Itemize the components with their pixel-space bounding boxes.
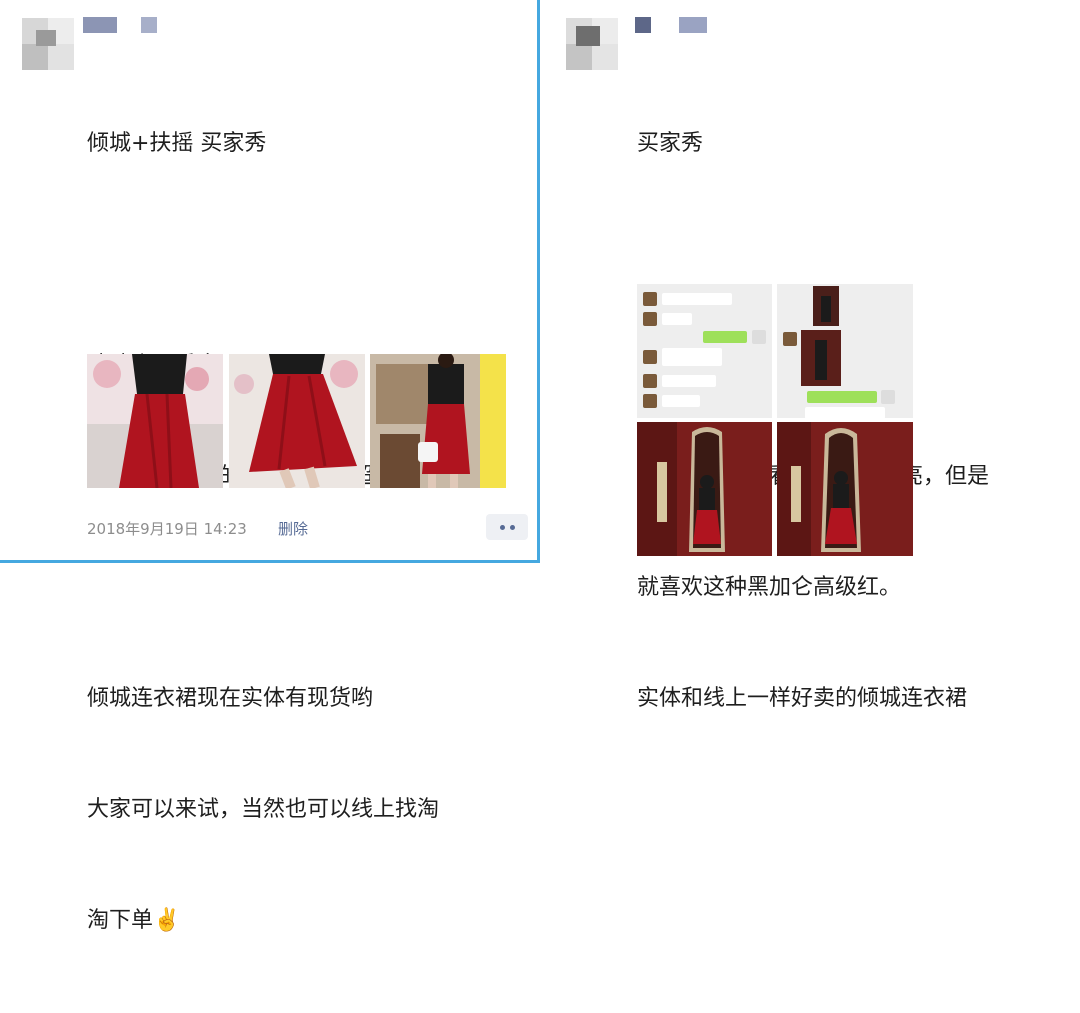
post-line: 倾城连衣裙现在实体有现货哟 [87,686,374,711]
ellipsis-icon[interactable] [486,514,528,540]
post-timestamp: 2018年9月19日 14:23 [87,520,247,538]
panel-divider [543,0,551,563]
delete-link[interactable]: 删除 [278,518,308,539]
post-photo-1[interactable] [87,354,223,488]
username-blurred[interactable] [83,17,157,33]
post-photo-chat-2[interactable] [777,284,913,418]
post-photo-2[interactable] [229,354,365,488]
post-title-line: 倾城+扶摇 买家秀 [87,131,267,156]
avatar-blurred[interactable] [566,18,618,70]
moment-post-right: 买家秀 倾城连衣裙 真的很好看，看图片觉得太亮，但是 就喜欢这种黑加仑高级红。 … [551,0,1080,711]
avatar-blurred[interactable] [22,18,74,70]
post-photo-chat-1[interactable] [637,284,772,418]
post-line: 就喜欢这种黑加仑高级红。 [637,575,902,600]
post-photo-3[interactable] [370,354,506,488]
username-blurred[interactable] [635,17,707,33]
post-title-line: 买家秀 [637,131,704,156]
post-photo-5[interactable] [777,422,913,556]
moment-post-left: 倾城+扶摇 买家秀 嘻嘻小露香肩 夸奖一下宝贝的蝴蝶结打得超棒👍 倾城连衣裙现在… [0,0,540,933]
post-photo-4[interactable] [637,422,772,556]
post-line: 淘下单✌️ [87,908,181,933]
post-line: 大家可以来试，当然也可以线上找淘 [87,797,440,822]
post-line: 实体和线上一样好卖的倾城连衣裙 [637,686,968,711]
post-text: 买家秀 倾城连衣裙 真的很好看，看图片觉得太亮，但是 就喜欢这种黑加仑高级红。 … [637,51,989,791]
